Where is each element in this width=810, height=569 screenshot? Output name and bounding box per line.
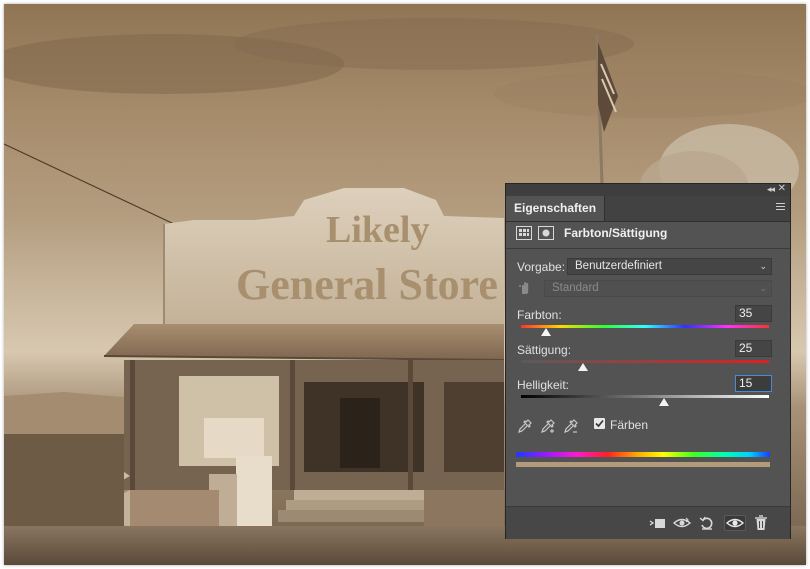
sign-text-general-store: General Store <box>236 260 498 309</box>
eyedropper-icon[interactable] <box>517 418 533 434</box>
toggle-visibility-icon[interactable] <box>724 515 746 531</box>
trash-icon[interactable] <box>754 515 768 531</box>
preset-label: Vorgabe: <box>517 260 566 274</box>
saturation-slider-thumb[interactable] <box>578 363 588 371</box>
clip-to-layer-icon[interactable] <box>649 515 667 531</box>
hue-slider-thumb[interactable] <box>540 328 551 336</box>
saturation-slider-track[interactable] <box>521 360 769 363</box>
hue-slider-track[interactable] <box>521 325 769 328</box>
layer-mask-icon[interactable] <box>538 226 554 240</box>
lightness-slider-track[interactable] <box>521 395 769 398</box>
result-color-bar <box>516 462 770 467</box>
colorize-label: Färben <box>610 418 649 432</box>
channel-value: Standard <box>552 282 599 294</box>
saturation-label: Sättigung: <box>517 343 572 357</box>
eyedropper-add-icon[interactable] <box>540 418 556 434</box>
tab-properties[interactable]: Eigenschaften <box>506 196 606 221</box>
hue-label: Farbton: <box>517 308 562 322</box>
saturation-value-field[interactable]: 25 <box>735 340 772 357</box>
panel-menu-icon[interactable] <box>776 203 785 212</box>
channel-dropdown[interactable]: Standard ⌄ <box>544 280 772 297</box>
view-previous-state-icon[interactable] <box>672 515 692 531</box>
sign-text-likely: Likely <box>326 209 429 251</box>
lightness-slider-thumb[interactable] <box>658 398 669 406</box>
properties-panel: ◂◂ ✕ Eigenschaften Farbton/Sättigung Vor… <box>505 183 791 539</box>
chevron-down-icon: ⌄ <box>759 283 767 293</box>
panel-tab-bar: Eigenschaften <box>506 196 790 222</box>
preset-dropdown[interactable]: Benutzerdefiniert ⌄ <box>567 258 772 275</box>
lightness-value-field[interactable]: 15 <box>735 375 772 392</box>
preset-value: Benutzerdefiniert <box>575 260 662 272</box>
colorize-checkbox[interactable] <box>594 418 605 429</box>
collapse-panel-button[interactable]: ◂◂ <box>767 184 775 195</box>
chevron-down-icon: ⌄ <box>759 261 767 271</box>
lightness-label: Helligkeit: <box>517 378 570 392</box>
eyedropper-subtract-icon[interactable] <box>563 418 579 434</box>
close-panel-button[interactable]: ✕ <box>778 183 786 194</box>
source-color-bar <box>516 452 770 457</box>
panel-title-bar: ◂◂ ✕ <box>506 183 790 196</box>
adjustment-title: Farbton/Sättigung <box>564 226 668 240</box>
panel-bottom-toolbar <box>506 506 790 539</box>
reset-icon[interactable] <box>699 515 715 531</box>
targeted-adjustment-hand-icon[interactable] <box>517 280 533 296</box>
adjustment-layer-icon[interactable] <box>516 226 532 240</box>
hue-value-field[interactable]: 35 <box>735 305 772 322</box>
header-divider <box>506 248 790 249</box>
